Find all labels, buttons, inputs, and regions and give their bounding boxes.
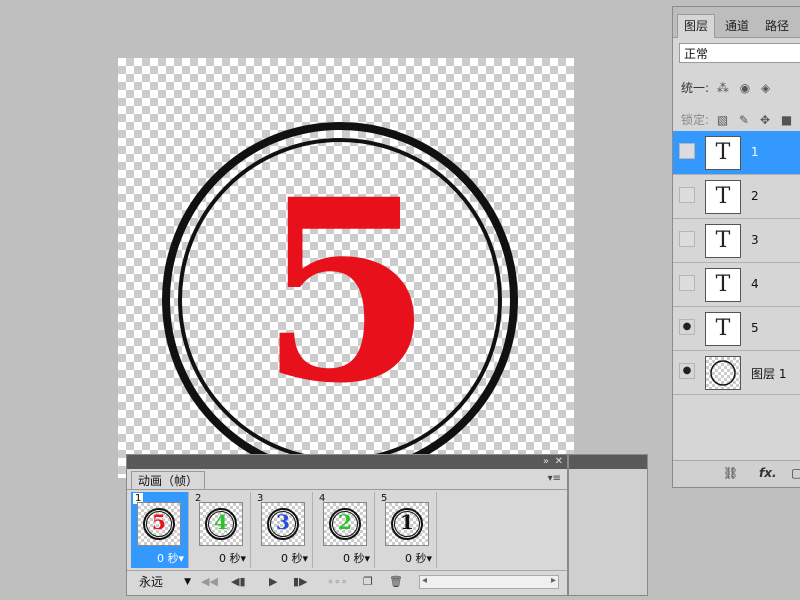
visibility-toggle[interactable]	[679, 231, 695, 247]
animation-frame[interactable]: 5 1 0 秒▾	[379, 492, 437, 568]
layers-panel-footer: ⛓ fx. ▢	[673, 460, 800, 487]
lock-label: 锁定:	[681, 113, 710, 127]
link-icon[interactable]: ⛓	[723, 466, 738, 480]
lock-move-icon[interactable]: ✥	[760, 113, 773, 127]
animation-frame[interactable]: 4 2 0 秒▾	[317, 492, 375, 568]
visibility-toggle[interactable]	[679, 143, 695, 159]
tab-divider	[127, 489, 567, 490]
text-layer-icon: T	[705, 224, 741, 258]
unify-style-icon[interactable]: ◈	[761, 81, 773, 95]
fx-icon[interactable]: fx.	[759, 466, 777, 480]
frame-thumbnail: 2	[323, 502, 367, 546]
chevron-down-icon: ▼	[184, 577, 191, 587]
frame-delay: 0 秒	[342, 552, 365, 565]
animation-controls: 永远 ▼ ◀◀ ◀▮ ▶ ▮▶ ∘∘∘ ❐ 🗑 ◂ ▸	[127, 570, 567, 595]
layer-name: 3	[751, 233, 759, 247]
frame-thumbnail: 4	[199, 502, 243, 546]
layer-name: 图层 1	[751, 367, 787, 381]
tab-channels[interactable]: 通道	[719, 15, 755, 37]
frame-delay-select[interactable]: 0 秒▾	[157, 550, 184, 566]
panel-titlebar[interactable]: » ✕	[127, 455, 567, 469]
countdown-digit: 5	[259, 144, 433, 438]
frame-digit: 3	[276, 510, 290, 534]
frame-digit: 1	[400, 510, 414, 534]
layer-row[interactable]: ● 图层 1	[673, 351, 800, 395]
lock-row: 锁定: ▧ ✎ ✥ ■	[681, 111, 795, 128]
unify-position-icon[interactable]: ⁂	[717, 81, 732, 95]
layer-name: 5	[751, 321, 759, 335]
layer-row[interactable]: T 4	[673, 263, 800, 307]
dock-titlebar	[569, 455, 647, 469]
play-icon[interactable]: ▶	[269, 575, 277, 588]
tab-layers[interactable]: 图层	[677, 14, 716, 38]
tab-paths[interactable]: 路径	[759, 15, 795, 37]
ring-thumb-icon	[710, 360, 736, 386]
unify-row: 统一: ⁂ ◉ ◈	[681, 79, 773, 96]
unify-visibility-icon[interactable]: ◉	[740, 81, 753, 95]
frame-digit: 4	[214, 510, 228, 534]
lock-all-icon[interactable]: ■	[781, 113, 795, 127]
close-icon[interactable]: ✕	[555, 455, 563, 469]
layer-thumbnail	[705, 356, 741, 390]
layer-name: 2	[751, 189, 759, 203]
layer-name: 1	[751, 145, 759, 159]
collapse-icon[interactable]: »	[543, 455, 549, 469]
layer-name: 4	[751, 277, 759, 291]
loop-option: 永远	[139, 575, 164, 589]
animation-frame[interactable]: 1 5 0 秒▾	[131, 492, 189, 568]
first-frame-icon[interactable]: ◀◀	[201, 575, 218, 588]
layer-row[interactable]: T 3	[673, 219, 800, 263]
blend-mode-select[interactable]: 正常	[679, 43, 800, 63]
text-layer-icon: T	[705, 268, 741, 302]
frame-thumbnail: 3	[261, 502, 305, 546]
frames-scrollbar[interactable]: ◂ ▸	[419, 575, 559, 589]
layer-row[interactable]: ● T 5	[673, 307, 800, 351]
previous-frame-icon[interactable]: ◀▮	[231, 575, 246, 588]
frame-delay-select[interactable]: 0 秒▾	[405, 550, 432, 566]
frame-digit: 2	[338, 510, 352, 534]
unify-label: 统一:	[681, 81, 710, 95]
visibility-toggle[interactable]	[679, 187, 695, 203]
frame-thumbnail: 5	[137, 502, 181, 546]
frame-delay: 0 秒	[404, 552, 427, 565]
animation-frame[interactable]: 3 3 0 秒▾	[255, 492, 313, 568]
frame-delay-select[interactable]: 0 秒▾	[281, 550, 308, 566]
panel-menu-icon[interactable]: ▾≡	[548, 473, 561, 484]
tab-animation-frames[interactable]: 动画（帧）	[131, 471, 206, 490]
text-layer-icon: T	[705, 312, 741, 346]
layers-panel: 图层 通道 路径 正常 统一: ⁂ ◉ ◈ 锁定: ▧ ✎ ✥ ■ T 1 T …	[672, 6, 800, 488]
lock-brush-icon[interactable]: ✎	[739, 113, 752, 127]
next-frame-icon[interactable]: ▮▶	[293, 575, 308, 588]
mask-icon[interactable]: ▢	[791, 466, 800, 480]
frame-thumbnail: 1	[385, 502, 429, 546]
document-canvas[interactable]: 5	[118, 58, 574, 478]
duplicate-frame-icon[interactable]: ❐	[363, 575, 373, 588]
layer-row[interactable]: T 2	[673, 175, 800, 219]
scroll-right-icon[interactable]: ▸	[551, 575, 556, 586]
trash-icon[interactable]: 🗑	[389, 575, 403, 588]
layer-row[interactable]: T 1	[673, 131, 800, 175]
scroll-left-icon[interactable]: ◂	[422, 575, 427, 586]
empty-dock-area	[568, 454, 648, 596]
frame-delay-select[interactable]: 0 秒▾	[343, 550, 370, 566]
loop-select[interactable]: 永远 ▼	[129, 573, 193, 591]
eye-icon[interactable]: ●	[679, 363, 695, 379]
panel-tabs: 图层 通道 路径	[673, 7, 800, 38]
text-layer-icon: T	[705, 180, 741, 214]
animation-frame[interactable]: 2 4 0 秒▾	[193, 492, 251, 568]
eye-icon[interactable]: ●	[679, 319, 695, 335]
frame-digit: 5	[152, 510, 166, 534]
lock-transparent-icon[interactable]: ▧	[717, 113, 731, 127]
text-layer-icon: T	[705, 136, 741, 170]
frame-delay: 0 秒	[280, 552, 303, 565]
animation-panel: » ✕ 动画（帧） ▾≡ 1 5 0 秒▾ 2 4 0 秒▾ 3 3 0 秒▾ …	[126, 454, 568, 596]
frame-delay: 0 秒	[218, 552, 241, 565]
frame-delay: 0 秒	[156, 552, 179, 565]
frame-delay-select[interactable]: 0 秒▾	[219, 550, 246, 566]
visibility-toggle[interactable]	[679, 275, 695, 291]
tween-icon[interactable]: ∘∘∘	[327, 575, 348, 588]
